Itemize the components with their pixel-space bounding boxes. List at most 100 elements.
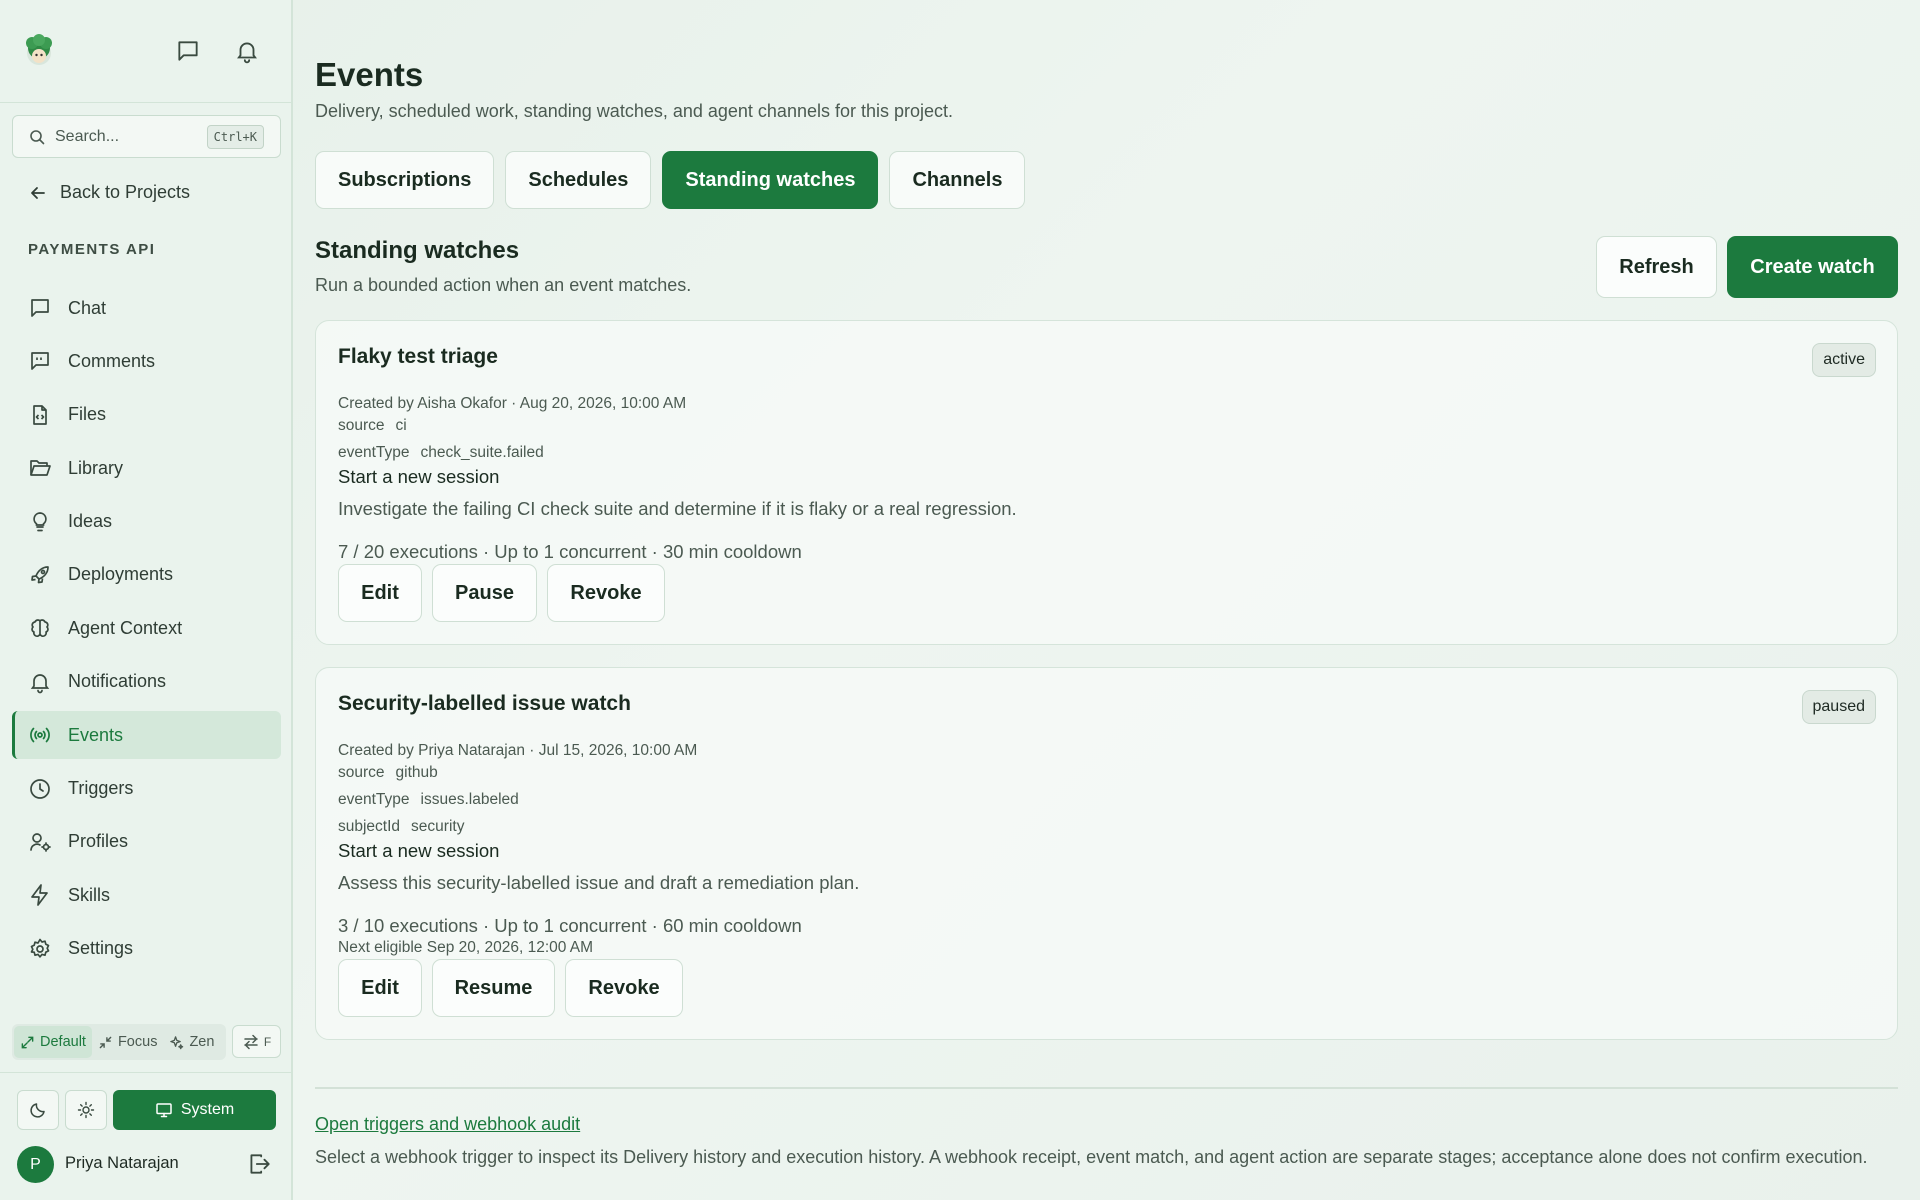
sidebar-item-agent-context[interactable]: Agent Context (12, 604, 281, 652)
avatar[interactable]: P (17, 1146, 54, 1183)
sidebar-item-comments[interactable]: Comments (12, 337, 281, 385)
sidebar-item-label: Chat (68, 297, 107, 318)
sidebar-item-label: Settings (68, 938, 134, 959)
search-shortcut: Ctrl+K (206, 125, 264, 149)
sidebar-item-label: Library (68, 457, 124, 478)
mode-default[interactable]: Default (14, 1026, 92, 1058)
watch-title: Security-labelled issue watch (338, 692, 631, 715)
sidebar-item-label: Comments (68, 350, 156, 371)
watch-prompt: Assess this security-labelled issue and … (338, 872, 860, 893)
triggers-audit-link[interactable]: Open triggers and webhook audit (315, 1114, 580, 1135)
expand-icon (21, 1036, 34, 1048)
back-to-projects-link[interactable]: Back to Projects (28, 182, 190, 203)
sidebar-header (0, 0, 291, 103)
filter-key: subjectId (338, 818, 401, 835)
sidebar-item-label: Events (68, 724, 124, 745)
filter-row: subjectId security (338, 818, 464, 836)
sidebar-item-deployments[interactable]: Deployments (12, 551, 281, 599)
sidebar-item-label: Triggers (68, 778, 134, 799)
watch-action: Start a new session (338, 466, 500, 487)
status-badge: paused (1801, 690, 1876, 724)
page-title: Events (315, 56, 424, 93)
mode-focus[interactable]: Focus (92, 1026, 164, 1058)
sidebar-item-label: Agent Context (68, 617, 183, 638)
sidebar-item-label: Notifications (68, 671, 167, 692)
bell-icon (30, 673, 50, 694)
sidebar-item-triggers[interactable]: Triggers (12, 765, 281, 813)
user-cog-icon (30, 833, 51, 852)
arrows-swap-icon (244, 1034, 258, 1049)
sidebar-item-notifications[interactable]: Notifications (12, 658, 281, 706)
watch-created: Created by Aisha Okafor · Aug 20, 2026, … (338, 395, 687, 412)
user-name: Priya Natarajan (65, 1154, 179, 1172)
folder-open-icon (30, 460, 51, 477)
system-theme-button[interactable]: System (113, 1090, 276, 1130)
filter-value: issues.labeled (420, 791, 519, 808)
project-name: PAYMENTS API (28, 241, 156, 258)
mode-default-label: Default (40, 1034, 86, 1050)
sidebar-item-label: Deployments (68, 564, 174, 585)
audit-description: Select a webhook trigger to inspect its … (315, 1147, 1868, 1167)
sidebar-item-label: Profiles (68, 831, 129, 852)
view-mode-switcher: Default Focus Zen (12, 1024, 226, 1060)
sidebar-item-chat[interactable]: Chat (12, 284, 281, 332)
tab-standing-watches[interactable]: Standing watches (662, 151, 879, 209)
logo-icon[interactable] (22, 34, 56, 68)
page-subtitle: Delivery, scheduled work, standing watch… (315, 101, 954, 121)
pause-button[interactable]: Pause (432, 564, 537, 622)
dark-theme-button[interactable] (17, 1090, 59, 1130)
file-code-icon (33, 404, 47, 425)
watch-prompt: Investigate the failing CI check suite a… (338, 498, 1017, 519)
section-divider (315, 1087, 1898, 1089)
filter-key: source (338, 417, 385, 434)
sidebar-item-ideas[interactable]: Ideas (12, 498, 281, 546)
create-watch-button[interactable]: Create watch (1727, 236, 1898, 298)
sidebar-item-events[interactable]: Events (12, 711, 281, 760)
edit-button[interactable]: Edit (338, 564, 422, 622)
filter-value: security (411, 818, 465, 835)
back-label: Back to Projects (60, 182, 191, 202)
search-icon (30, 129, 45, 144)
sidebar-item-label: Ideas (68, 511, 113, 532)
watch-stats: 3 / 10 executions · Up to 1 concurrent ·… (338, 915, 802, 936)
sidebar-item-files[interactable]: Files (12, 391, 281, 439)
events-tabs: Subscriptions Schedules Standing watches… (315, 151, 1026, 209)
sidebar-item-settings[interactable]: Settings (12, 925, 281, 973)
lightbulb-icon (33, 511, 47, 531)
sidebar-item-profiles[interactable]: Profiles (12, 818, 281, 866)
filter-row: source ci (338, 417, 407, 435)
arrow-left-icon (31, 186, 45, 199)
resume-button[interactable]: Resume (432, 959, 555, 1017)
revoke-button[interactable]: Revoke (565, 959, 683, 1017)
edit-button[interactable]: Edit (338, 959, 422, 1017)
filter-row: eventType issues.labeled (338, 791, 519, 809)
sidebar-item-library[interactable]: Library (12, 444, 281, 492)
watch-created: Created by Priya Natarajan · Jul 15, 202… (338, 742, 698, 759)
search-input[interactable]: Search... Ctrl+K (12, 115, 281, 158)
radio-icon (30, 727, 50, 743)
bell-icon[interactable] (234, 38, 260, 64)
mode-zen[interactable]: Zen (163, 1026, 220, 1058)
sun-icon (77, 1101, 95, 1119)
tab-channels[interactable]: Channels (889, 151, 1026, 209)
filter-row: eventType check_suite.failed (338, 444, 544, 462)
logout-icon[interactable] (246, 1151, 272, 1177)
mode-focus-label: Focus (117, 1034, 158, 1050)
status-badge: active (1812, 343, 1876, 377)
sparkles-icon (170, 1035, 184, 1049)
tab-schedules[interactable]: Schedules (505, 151, 652, 209)
chat-icon (31, 299, 49, 317)
filter-key: source (338, 764, 385, 781)
shrink-icon (99, 1036, 112, 1048)
watch-stats: 7 / 20 executions · Up to 1 concurrent ·… (338, 541, 802, 562)
sidebar-item-skills[interactable]: Skills (12, 871, 281, 919)
tab-subscriptions[interactable]: Subscriptions (315, 151, 495, 209)
light-theme-button[interactable] (65, 1090, 107, 1130)
watch-card: Flaky test triage active Created by Aish… (315, 320, 1898, 645)
swap-layout-button[interactable]: F (232, 1025, 281, 1058)
messages-icon[interactable] (175, 38, 201, 64)
refresh-button[interactable]: Refresh (1596, 236, 1717, 298)
sidebar-item-label: Skills (68, 884, 111, 905)
revoke-button[interactable]: Revoke (547, 564, 665, 622)
next-eligible: Next eligible Sep 20, 2026, 12:00 AM (338, 939, 594, 956)
